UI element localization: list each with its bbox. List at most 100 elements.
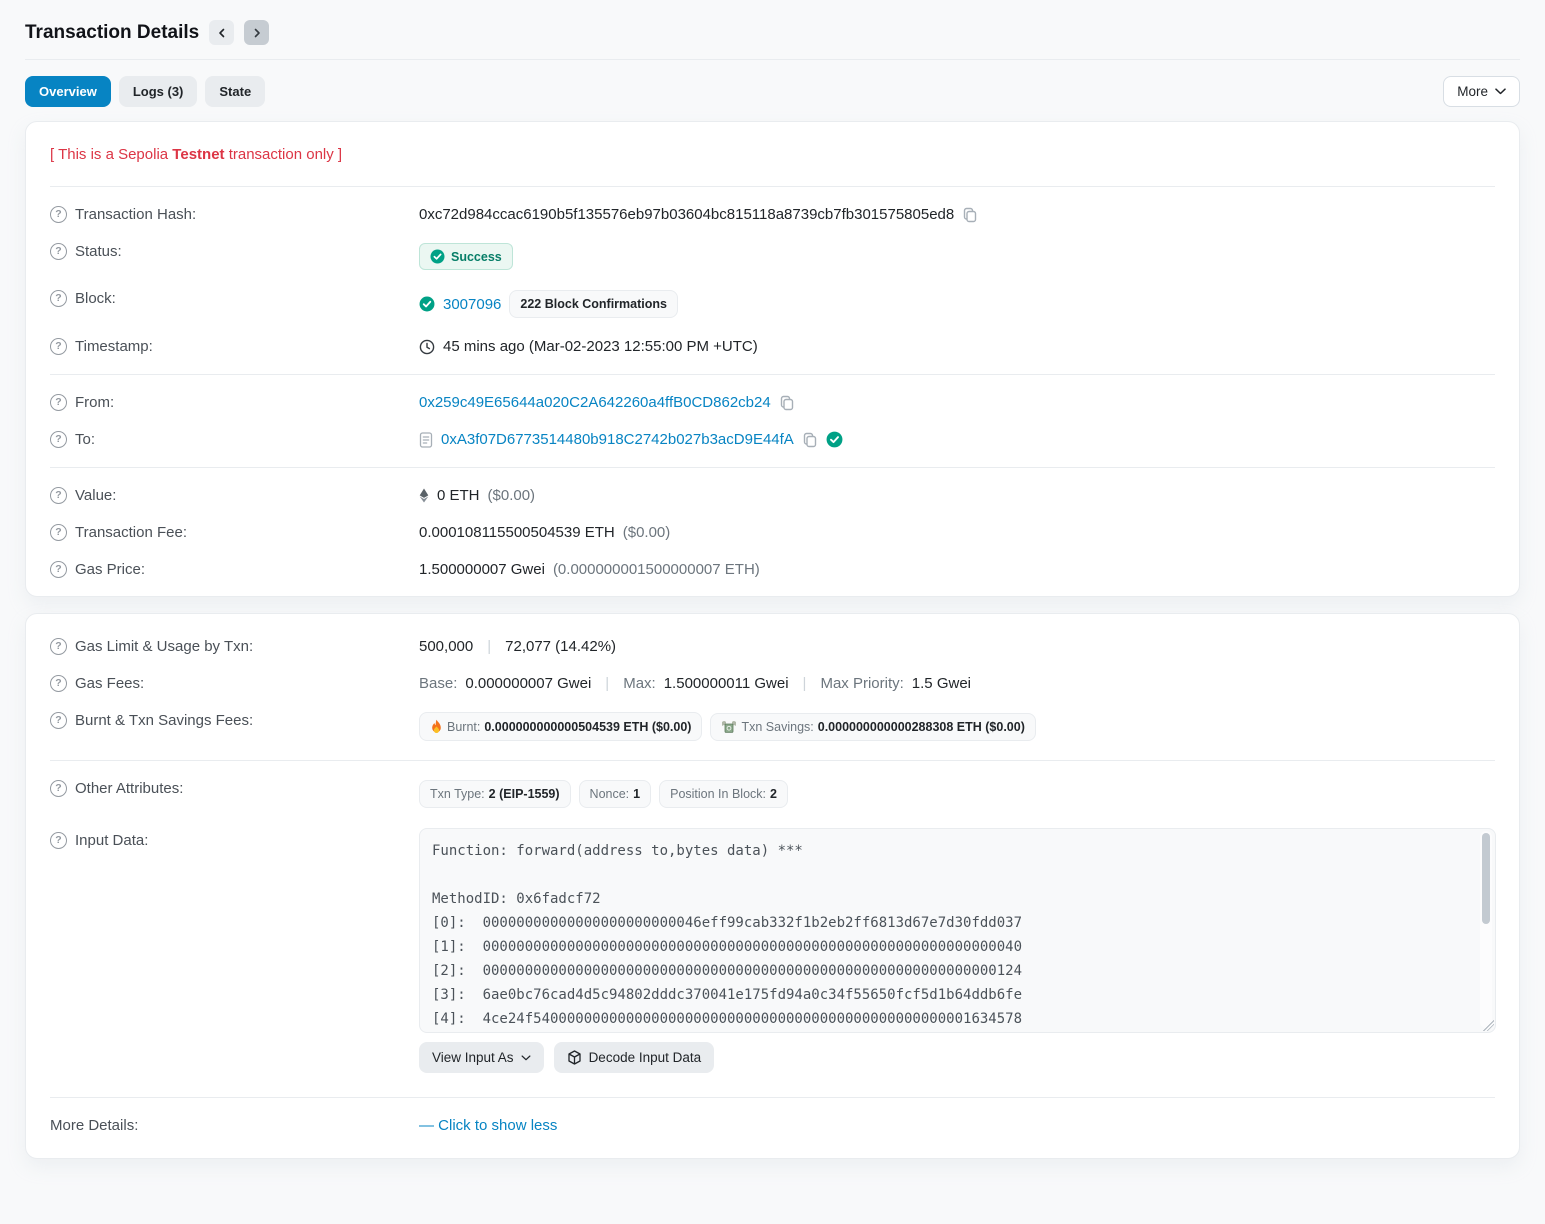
next-transaction-button[interactable] [244, 20, 269, 45]
help-icon[interactable]: ? [50, 431, 67, 448]
burnt-badge: Burnt: 0.000000000000504539 ETH ($0.00) [419, 712, 702, 741]
divider [50, 760, 1495, 761]
value-amount-text: 0 ETH [437, 487, 480, 504]
burnt-fees-label-text: Burnt & Txn Savings Fees: [75, 712, 253, 729]
help-icon[interactable]: ? [50, 394, 67, 411]
scrollbar-thumb[interactable] [1482, 833, 1490, 924]
block-value: 3007096 222 Block Confirmations [419, 290, 1495, 318]
input-data-line: [2]: 00000000000000000000000000000000000… [432, 959, 1469, 983]
view-input-as-button[interactable]: View Input As [419, 1042, 544, 1073]
gas-price-row: ? Gas Price: 1.500000007 Gwei (0.0000000… [50, 551, 1495, 588]
transaction-fee-row: ? Transaction Fee: 0.000108115500504539 … [50, 514, 1495, 551]
txn-savings-badge: Txn Savings: 0.000000000000288308 ETH ($… [710, 713, 1035, 741]
burnt-fees-row: ? Burnt & Txn Savings Fees: Burnt: 0.000… [50, 702, 1495, 751]
input-data-actions: View Input As Decode Input Data [419, 1042, 1496, 1073]
help-icon[interactable]: ? [50, 290, 67, 307]
txn-type-badge: Txn Type: 2 (EIP-1559) [419, 780, 571, 808]
click-to-show-less-link[interactable]: — Click to show less [419, 1117, 557, 1134]
tab-logs[interactable]: Logs (3) [119, 76, 198, 107]
help-icon[interactable]: ? [50, 675, 67, 692]
txn-savings-value-text: 0.000000000000288308 ETH ($0.00) [818, 720, 1025, 734]
help-icon[interactable]: ? [50, 338, 67, 355]
value-label: ? Value: [50, 487, 419, 504]
check-circle-icon [430, 249, 445, 264]
position-in-block-label: Position In Block: [670, 787, 766, 801]
help-icon[interactable]: ? [50, 206, 67, 223]
to-row: ? To: 0xA3f07D6773514480b918C2742b027b3a… [50, 421, 1495, 458]
chevron-right-icon [252, 28, 262, 38]
tab-state[interactable]: State [205, 76, 265, 107]
value-usd-text: ($0.00) [488, 487, 536, 504]
help-icon[interactable]: ? [50, 832, 67, 849]
previous-transaction-button[interactable] [209, 20, 234, 45]
value-label-text: Value: [75, 487, 116, 504]
other-attributes-value: Txn Type: 2 (EIP-1559) Nonce: 1 Position… [419, 780, 1495, 808]
from-value: 0x259c49E65644a020C2A642260a4ffB0CD862cb… [419, 394, 1495, 411]
tab-bar: Overview Logs (3) State More [0, 60, 1545, 121]
timestamp-row: ? Timestamp: 45 mins ago (Mar-02-2023 12… [50, 328, 1495, 365]
resize-grip-icon[interactable] [1483, 1020, 1494, 1031]
base-fee-label: Base: [419, 675, 457, 692]
input-data-line: [5]: 543c0000000000000000000000000000000… [432, 1031, 1469, 1033]
input-data-label: ? Input Data: [50, 828, 419, 849]
block-number-link[interactable]: 3007096 [443, 296, 501, 313]
transaction-hash-row: ? Transaction Hash: 0xc72d984ccac6190b5f… [50, 196, 1495, 233]
max-priority-fee-value: 1.5 Gwei [912, 675, 971, 692]
help-icon[interactable]: ? [50, 780, 67, 797]
status-row: ? Status: Success [50, 233, 1495, 280]
check-circle-icon [419, 296, 435, 312]
gas-limit-text: 500,000 [419, 638, 473, 655]
help-icon[interactable]: ? [50, 524, 67, 541]
burnt-fees-value: Burnt: 0.000000000000504539 ETH ($0.00) … [419, 712, 1495, 741]
from-row: ? From: 0x259c49E65644a020C2A642260a4ffB… [50, 384, 1495, 421]
copy-transaction-hash-button[interactable] [962, 207, 978, 223]
overview-card: [ This is a Sepolia Testnet transaction … [25, 121, 1520, 597]
decode-input-data-button[interactable]: Decode Input Data [554, 1042, 715, 1073]
value-row: ? Value: 0 ETH ($0.00) [50, 477, 1495, 514]
tab-overview[interactable]: Overview [25, 76, 111, 107]
clock-icon [419, 339, 435, 355]
gas-price-eth-text: (0.000000001500000007 ETH) [553, 561, 760, 578]
nonce-value: 1 [633, 787, 640, 801]
separator: | [487, 638, 491, 655]
gas-price-label-text: Gas Price: [75, 561, 145, 578]
input-data-line: Function: forward(address to,bytes data)… [432, 839, 1469, 863]
value-value: 0 ETH ($0.00) [419, 487, 1495, 504]
gas-fees-row: ? Gas Fees: Base: 0.000000007 Gwei | Max… [50, 665, 1495, 702]
input-data-scrollbar[interactable] [1480, 831, 1492, 1028]
status-label: ? Status: [50, 243, 419, 260]
max-priority-fee-label: Max Priority: [820, 675, 903, 692]
help-icon[interactable]: ? [50, 561, 67, 578]
base-fee-value: 0.000000007 Gwei [465, 675, 591, 692]
more-button-label: More [1457, 84, 1488, 99]
copy-from-address-button[interactable] [779, 395, 795, 411]
to-label: ? To: [50, 431, 419, 448]
help-icon[interactable]: ? [50, 712, 67, 729]
gas-limit-label-text: Gas Limit & Usage by Txn: [75, 638, 253, 655]
input-data-line: [1]: 00000000000000000000000000000000000… [432, 935, 1469, 959]
from-label-text: From: [75, 394, 114, 411]
status-value: Success [419, 243, 1495, 270]
to-address-link[interactable]: 0xA3f07D6773514480b918C2742b027b3acD9E44… [441, 431, 794, 448]
copy-to-address-button[interactable] [802, 432, 818, 448]
timestamp-label-text: Timestamp: [75, 338, 153, 355]
decode-icon [567, 1050, 582, 1065]
status-badge-text: Success [451, 250, 502, 264]
transaction-fee-usd-text: ($0.00) [623, 524, 671, 541]
testnet-warning: [ This is a Sepolia Testnet transaction … [50, 130, 1495, 177]
from-address-link[interactable]: 0x259c49E65644a020C2A642260a4ffB0CD862cb… [419, 394, 771, 411]
txn-savings-label-text: Txn Savings: [741, 720, 813, 734]
help-icon[interactable]: ? [50, 487, 67, 504]
transaction-fee-label: ? Transaction Fee: [50, 524, 419, 541]
more-details-row: More Details: — Click to show less [50, 1107, 1495, 1144]
more-button[interactable]: More [1443, 76, 1520, 107]
txn-type-value: 2 (EIP-1559) [489, 787, 560, 801]
gas-price-value: 1.500000007 Gwei (0.000000001500000007 E… [419, 561, 1495, 578]
help-icon[interactable]: ? [50, 638, 67, 655]
transaction-hash-label-text: Transaction Hash: [75, 206, 196, 223]
input-data-line: [4]: 4ce24f54000000000000000000000000000… [432, 1007, 1469, 1031]
input-data-textarea[interactable]: Function: forward(address to,bytes data)… [419, 828, 1496, 1033]
gas-price-label: ? Gas Price: [50, 561, 419, 578]
help-icon[interactable]: ? [50, 243, 67, 260]
input-data-line: [3]: 6ae0bc76cad4d5c94802dddc370041e175f… [432, 983, 1469, 1007]
